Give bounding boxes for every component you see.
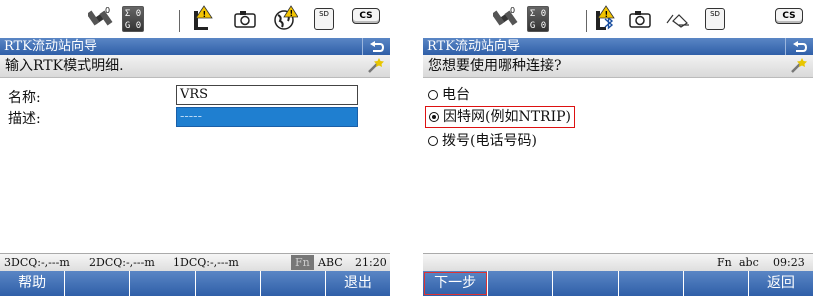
cs-badge-icon[interactable]: CS xyxy=(775,2,803,30)
rtk-bluetooth-warning-icon[interactable]: ! xyxy=(593,5,619,33)
sd-card-icon[interactable]: SD xyxy=(314,5,334,33)
title-bar: RTK流动站向导 xyxy=(0,38,390,55)
satellite-count-box: Σ 0G 0 xyxy=(122,5,144,33)
softkey-f6-exit[interactable]: 退出 xyxy=(326,271,390,296)
softkey-f5[interactable] xyxy=(684,271,749,296)
satellite-count-box: Σ 0G 0 xyxy=(527,5,549,33)
softkey-f4[interactable] xyxy=(196,271,261,296)
return-arrow-icon xyxy=(792,40,807,52)
cs-badge-icon[interactable]: CS xyxy=(352,2,380,30)
option-label-internet: 因特网(例如NTRIP) xyxy=(443,109,572,125)
input-mode: ABC xyxy=(318,256,343,269)
softkey-f3[interactable] xyxy=(130,271,196,296)
sat-count-bottom: G 0 xyxy=(529,21,547,31)
option-internet[interactable]: 因特网(例如NTRIP) xyxy=(425,106,576,128)
option-label-dialup: 拨号(电话号码) xyxy=(442,133,537,149)
sd-card-icon[interactable]: SD xyxy=(705,5,725,33)
sat-count-top: Σ 0 xyxy=(529,9,547,19)
clock: 09:23 xyxy=(773,256,805,269)
fn-indicator: Fn xyxy=(291,255,314,270)
dcq3-readout: 3DCQ:-,---m xyxy=(4,256,70,269)
sat-count-top: Σ 0 xyxy=(124,9,142,19)
camera-icon[interactable] xyxy=(629,5,651,33)
dcq1-readout: 1DCQ:-,---m xyxy=(173,256,239,269)
radio-button-selected[interactable] xyxy=(429,112,439,122)
softkey-f1-help[interactable]: 帮助 xyxy=(0,271,66,296)
wizard-wand-icon xyxy=(368,58,384,73)
option-label-radio: 电台 xyxy=(442,87,470,103)
instruction-bar: 输入RTK模式明细. xyxy=(0,55,390,78)
description-label: 描述: xyxy=(8,111,41,127)
name-input[interactable]: VRS xyxy=(176,85,358,105)
softkey-f1-next[interactable]: 下一步 xyxy=(423,271,489,296)
status-separator xyxy=(586,10,587,32)
line-tool-icon[interactable] xyxy=(665,5,691,33)
softkey-f5[interactable] xyxy=(261,271,326,296)
rtk-warning-icon[interactable]: ! xyxy=(190,5,214,33)
back-button[interactable] xyxy=(362,38,390,55)
status-bar: 0 Σ 0G 0 ! xyxy=(0,0,390,38)
camera-icon[interactable] xyxy=(234,5,256,33)
sat-count-bottom: G 0 xyxy=(124,21,142,31)
dcq2-readout: 2DCQ:-,---m xyxy=(89,256,155,269)
input-mode: abc xyxy=(739,256,759,269)
description-input[interactable]: ----- xyxy=(176,107,358,127)
softkey-f3[interactable] xyxy=(553,271,619,296)
clock: 21:20 xyxy=(355,256,387,269)
softkey-f2[interactable] xyxy=(488,271,554,296)
back-button[interactable] xyxy=(785,38,813,55)
return-arrow-icon xyxy=(369,40,384,52)
radio-button[interactable] xyxy=(428,90,438,100)
status-bar: 0 Σ 0G 0 ! xyxy=(423,0,813,38)
softkey-f6-back[interactable]: 返回 xyxy=(749,271,813,296)
right-screen: 0 Σ 0G 0 ! SD CS RTK流动站向导 您想要使用哪种连接? 电台 … xyxy=(423,0,813,296)
status-separator xyxy=(179,10,180,32)
softkey-bar: 下一步 返回 xyxy=(423,271,813,296)
svg-text:0: 0 xyxy=(510,6,515,15)
option-dialup[interactable]: 拨号(电话号码) xyxy=(428,130,537,152)
svg-text:0: 0 xyxy=(105,6,110,15)
name-label: 名称: xyxy=(8,90,41,106)
page-title: RTK流动站向导 xyxy=(427,39,520,54)
globe-warning-icon[interactable]: ! xyxy=(272,5,298,33)
softkey-bar: 帮助 退出 xyxy=(0,271,390,296)
info-bar: 3DCQ:-,---m 2DCQ:-,---m 1DCQ:-,---m Fn A… xyxy=(0,253,390,271)
svg-text:!: ! xyxy=(605,10,609,19)
fn-indicator: Fn xyxy=(717,256,732,269)
left-screen: 0 Σ 0G 0 ! ! SD CS RTK流动站向导 输入RTK模式明细. 名… xyxy=(0,0,390,296)
softkey-f4[interactable] xyxy=(619,271,684,296)
softkey-f2[interactable] xyxy=(65,271,131,296)
satellite-icon[interactable]: 0 xyxy=(493,5,519,33)
option-radio[interactable]: 电台 xyxy=(428,84,470,106)
radio-button[interactable] xyxy=(428,136,438,146)
instruction-text: 输入RTK模式明细. xyxy=(5,58,124,74)
wizard-wand-icon xyxy=(791,58,807,73)
page-title: RTK流动站向导 xyxy=(4,39,97,54)
svg-text:!: ! xyxy=(203,10,207,19)
svg-text:!: ! xyxy=(290,9,294,18)
instruction-text: 您想要使用哪种连接? xyxy=(428,58,562,74)
title-bar: RTK流动站向导 xyxy=(423,38,813,55)
info-bar: Fn abc 09:23 xyxy=(423,253,813,271)
instruction-bar: 您想要使用哪种连接? xyxy=(423,55,813,78)
satellite-icon[interactable]: 0 xyxy=(88,5,114,33)
